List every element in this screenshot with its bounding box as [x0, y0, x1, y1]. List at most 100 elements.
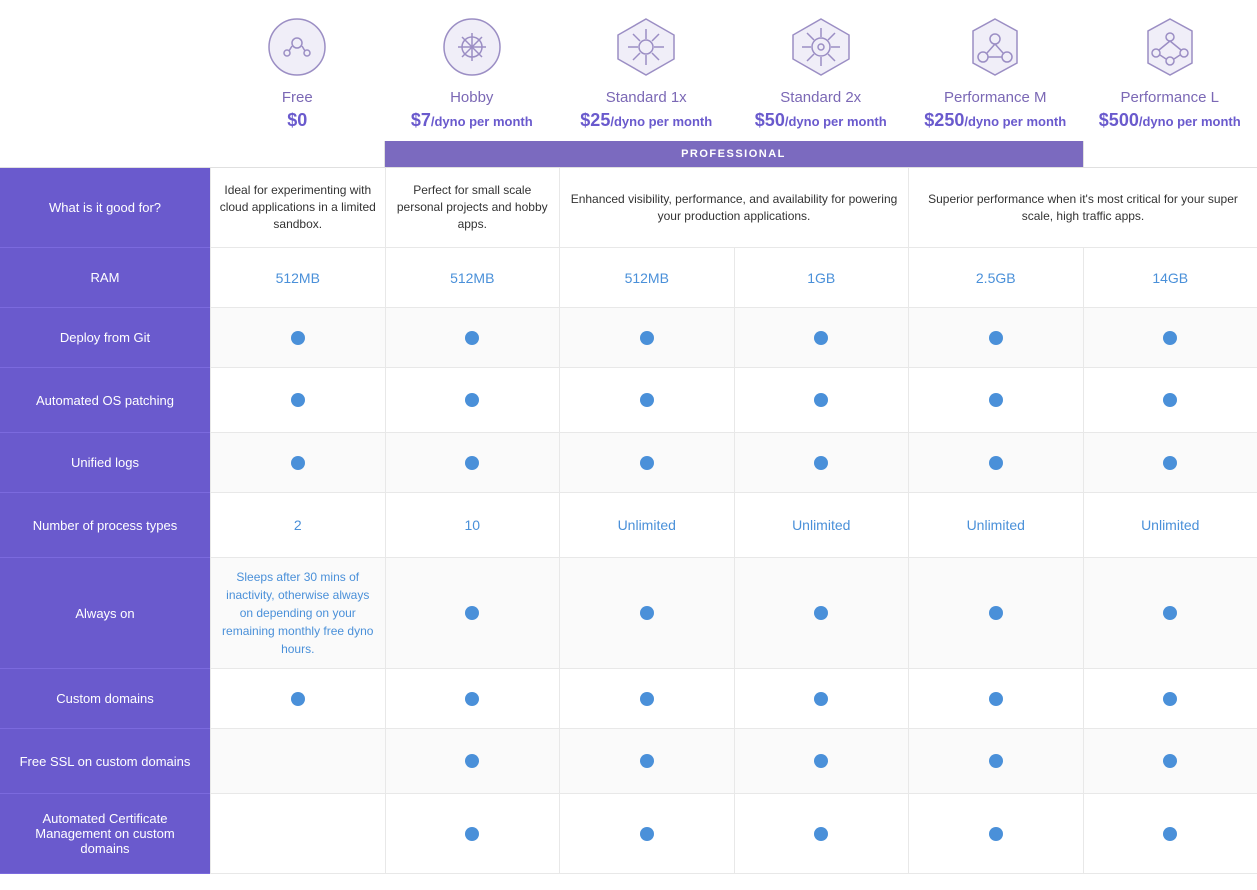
- ssl-s1x: [559, 729, 734, 794]
- professional-banner: PROFESSIONAL: [0, 141, 1257, 167]
- dot-cd-s2x: [814, 692, 828, 706]
- dot-ssl-pl: [1163, 754, 1177, 768]
- logs-s2x: [734, 433, 909, 493]
- ram-free: 512MB: [210, 248, 385, 308]
- cert-s1x: [559, 794, 734, 874]
- ram-label: RAM: [0, 248, 210, 308]
- header-row: Free $0 Hobby $7/dyno per month: [0, 0, 1257, 141]
- ssl-hobby: [385, 729, 560, 794]
- standard1x-plan-name: Standard 1x: [606, 89, 687, 106]
- standard2x-icon: [789, 15, 853, 79]
- ram-hobby: 512MB: [385, 248, 560, 308]
- row-cert-mgmt: Automated Certificate Management on cust…: [0, 794, 1257, 874]
- custom-domain-pl: [1083, 669, 1257, 729]
- dot-logs-s2x: [814, 456, 828, 470]
- standard1x-plan-price: $25/dyno per month: [580, 110, 712, 131]
- good-for-performance: Superior performance when it's most crit…: [908, 168, 1257, 248]
- always-on-hobby: [385, 558, 560, 669]
- dot-cd-free: [291, 692, 305, 706]
- perf-l-icon: [1138, 15, 1202, 79]
- standard2x-plan-price: $50/dyno per month: [755, 110, 887, 131]
- standard1x-icon: [614, 15, 678, 79]
- dot-always-hobby: [465, 606, 479, 620]
- os-patching-label: Automated OS patching: [0, 368, 210, 433]
- dot-deploy-git-hobby: [465, 331, 479, 345]
- dot-always-s1x: [640, 606, 654, 620]
- always-on-s1x: [559, 558, 734, 669]
- row-always-on: Always on Sleeps after 30 mins of inacti…: [0, 558, 1257, 669]
- always-on-s2x: [734, 558, 909, 669]
- ram-standard1x: 512MB: [559, 248, 734, 308]
- deploy-git-hobby: [385, 308, 560, 368]
- free-plan-price: $0: [287, 110, 307, 131]
- logs-pl: [1083, 433, 1257, 493]
- dot-deploy-git-free: [291, 331, 305, 345]
- dot-logs-s1x: [640, 456, 654, 470]
- perf-l-plan-name: Performance L: [1121, 89, 1219, 106]
- good-for-hobby: Perfect for small scale personal project…: [385, 168, 560, 248]
- banner-empty-2: [210, 141, 385, 167]
- ssl-pl: [1083, 729, 1257, 794]
- free-plan-name: Free: [282, 89, 313, 106]
- dot-cd-s1x: [640, 692, 654, 706]
- dot-os-pl: [1163, 393, 1177, 407]
- dot-cert-s1x: [640, 827, 654, 841]
- good-for-free: Ideal for experimenting with cloud appli…: [210, 168, 385, 248]
- row-os-patching: Automated OS patching: [0, 368, 1257, 433]
- banner-empty-1: [0, 141, 210, 167]
- logs-pm: [908, 433, 1083, 493]
- cert-hobby: [385, 794, 560, 874]
- dot-os-pm: [989, 393, 1003, 407]
- logs-free: [210, 433, 385, 493]
- dot-deploy-git-pm: [989, 331, 1003, 345]
- always-on-pl: [1083, 558, 1257, 669]
- ram-perf-m: 2.5GB: [908, 248, 1083, 308]
- dot-logs-pl: [1163, 456, 1177, 470]
- row-process-types: Number of process types 2 10 Unlimited U…: [0, 493, 1257, 558]
- perf-m-plan-name: Performance M: [944, 89, 1047, 106]
- dot-os-hobby: [465, 393, 479, 407]
- perf-m-plan-price: $250/dyno per month: [924, 110, 1066, 131]
- free-ssl-label: Free SSL on custom domains: [0, 729, 210, 794]
- perf-l-plan-price: $500/dyno per month: [1099, 110, 1241, 131]
- os-patch-pl: [1083, 368, 1257, 433]
- deploy-git-free: [210, 308, 385, 368]
- ram-standard2x: 1GB: [734, 248, 909, 308]
- process-pl: Unlimited: [1083, 493, 1257, 558]
- dot-cert-hobby: [465, 827, 479, 841]
- good-for-professional: Enhanced visibility, performance, and av…: [559, 168, 908, 248]
- dot-cert-s2x: [814, 827, 828, 841]
- dot-logs-pm: [989, 456, 1003, 470]
- hobby-plan-price: $7/dyno per month: [411, 110, 533, 131]
- perf-m-icon: [963, 15, 1027, 79]
- dot-ssl-hobby: [465, 754, 479, 768]
- professional-label: PROFESSIONAL: [385, 141, 1083, 167]
- os-patch-s2x: [734, 368, 909, 433]
- custom-domain-s2x: [734, 669, 909, 729]
- dot-logs-free: [291, 456, 305, 470]
- cert-s2x: [734, 794, 909, 874]
- ram-perf-l: 14GB: [1083, 248, 1257, 308]
- dot-deploy-git-pl: [1163, 331, 1177, 345]
- cert-pl: [1083, 794, 1257, 874]
- dot-always-pl: [1163, 606, 1177, 620]
- dot-cd-pm: [989, 692, 1003, 706]
- dot-ssl-pm: [989, 754, 1003, 768]
- always-on-pm: [908, 558, 1083, 669]
- process-pm: Unlimited: [908, 493, 1083, 558]
- cert-pm: [908, 794, 1083, 874]
- dot-ssl-s2x: [814, 754, 828, 768]
- os-patch-hobby: [385, 368, 560, 433]
- custom-domain-free: [210, 669, 385, 729]
- logs-hobby: [385, 433, 560, 493]
- deploy-git-pl: [1083, 308, 1257, 368]
- row-good-for: What is it good for? Ideal for experimen…: [0, 167, 1257, 248]
- dot-ssl-s1x: [640, 754, 654, 768]
- pricing-table: Free $0 Hobby $7/dyno per month: [0, 0, 1257, 874]
- dot-cd-pl: [1163, 692, 1177, 706]
- os-patch-pm: [908, 368, 1083, 433]
- good-for-label: What is it good for?: [0, 168, 210, 248]
- ssl-pm: [908, 729, 1083, 794]
- deploy-git-s2x: [734, 308, 909, 368]
- deploy-git-pm: [908, 308, 1083, 368]
